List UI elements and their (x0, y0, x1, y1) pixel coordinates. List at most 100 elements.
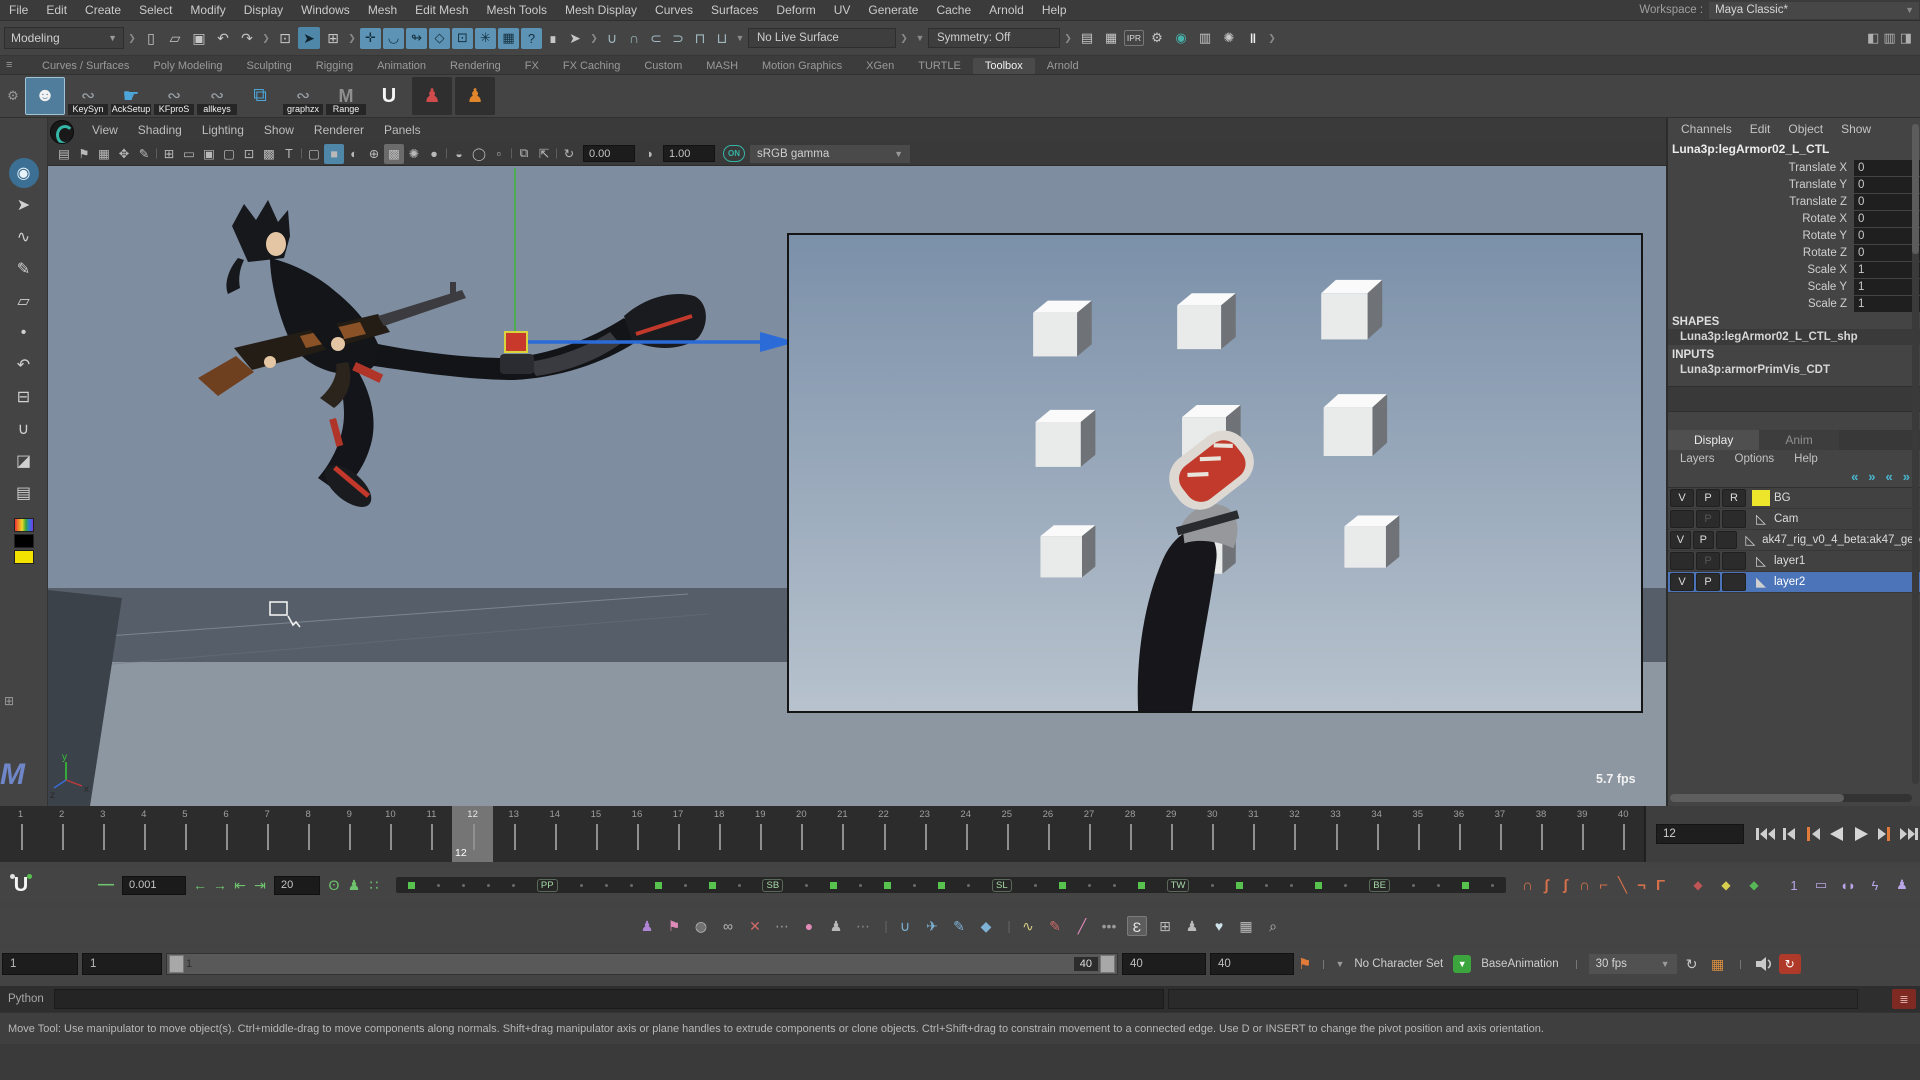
paint-effects-icon[interactable]: ◉ (1170, 27, 1192, 49)
camera-pip-panel[interactable] (787, 233, 1643, 713)
launch-render-icon[interactable]: ✺ (1218, 27, 1240, 49)
shelf-tab[interactable]: FX Caching (551, 58, 632, 74)
grease-pencil-icon[interactable]: ✎ (134, 144, 154, 164)
track-marker[interactable] (408, 882, 415, 889)
minus-icon[interactable]: — (98, 876, 114, 894)
frame-cell[interactable]: 33 33 (1315, 806, 1356, 862)
menubar-item[interactable]: Edit Mesh (406, 3, 477, 17)
layer-row[interactable]: V P ◺ ak47_rig_v0_4_beta:ak47_geo (1668, 530, 1920, 551)
exposure-reset-icon[interactable]: ↻ (559, 144, 579, 164)
character-set-selector[interactable]: No Character Set (1348, 958, 1449, 970)
undo-tool-icon[interactable]: ↶ (9, 350, 39, 380)
shelf-tab[interactable]: Rigging (304, 58, 365, 74)
chevron-down-icon[interactable]: ▼ (1335, 959, 1344, 969)
shelf-tab[interactable]: Toolbox (973, 58, 1035, 74)
brush-pink-icon[interactable]: ╱ (1073, 918, 1091, 935)
track-marker[interactable] (913, 884, 916, 887)
frame-cell[interactable]: 5 5 (164, 806, 205, 862)
sidebar-toggle-tool-settings-icon[interactable]: ▥ (1883, 30, 1895, 46)
animation-end-field[interactable]: 40 (1210, 953, 1294, 975)
horizontal-scrollbar[interactable] (1670, 794, 1912, 802)
shelf-tab[interactable]: XGen (854, 58, 906, 74)
track-marker[interactable] (1265, 884, 1268, 887)
attribute-name[interactable]: Scale Y (1668, 281, 1854, 293)
next-clip-icon[interactable]: ⇥ (250, 877, 270, 894)
frame-cell[interactable]: 17 17 (658, 806, 699, 862)
loop-mode-icon[interactable]: ↻ (1681, 956, 1703, 973)
attribute-value-field[interactable]: 1 (1854, 262, 1920, 278)
viewport-menu-item[interactable]: Renderer (304, 123, 374, 137)
magnet-icon[interactable]: ∪ (896, 918, 914, 935)
frame-cell[interactable]: 8 8 (288, 806, 329, 862)
select-by-object-icon[interactable]: ➤ (298, 27, 320, 49)
open-render-view-icon[interactable]: ▤ (1076, 27, 1098, 49)
color-swatch-yellow[interactable] (14, 550, 34, 564)
menubar-item[interactable]: File (0, 3, 37, 17)
menubar-item[interactable]: Display (235, 3, 292, 17)
frame-cell[interactable]: 29 29 (1151, 806, 1192, 862)
menubar-item[interactable]: Edit (37, 3, 76, 17)
delete-tool-icon[interactable]: ⊟ (9, 382, 39, 412)
snap-to-view-plane-icon[interactable]: ⊡ (452, 28, 473, 49)
shelf-item-visor[interactable]: ☻ (25, 77, 65, 115)
frame-cell[interactable]: 3 3 (82, 806, 123, 862)
set-key-one-icon[interactable]: 1 (1784, 878, 1804, 893)
construction-history-icon[interactable]: ∪ (602, 30, 622, 47)
menubar-item[interactable]: Surfaces (702, 3, 767, 17)
slider-dots-icon[interactable]: ⋯ (773, 918, 791, 935)
frame-cell[interactable]: 39 39 (1562, 806, 1603, 862)
previous-clip-icon[interactable]: ⇤ (230, 877, 250, 894)
range-slider[interactable]: 1 40 (166, 953, 1118, 975)
range-end-handle[interactable] (1100, 955, 1115, 973)
frame-cell[interactable]: 28 28 (1110, 806, 1151, 862)
epsilon-tool-icon[interactable]: Ɛ (1127, 916, 1147, 936)
visor-eye-tool-icon[interactable]: ◉ (9, 158, 39, 188)
workspace-selector[interactable]: Workspace : Maya Classic* ▼ (1639, 2, 1920, 19)
frame-cell[interactable]: 32 32 (1274, 806, 1315, 862)
tangent-step-icon[interactable]: ¬ (1632, 877, 1651, 894)
layer-name[interactable]: layer1 (1774, 555, 1805, 567)
track-marker[interactable] (830, 882, 837, 889)
new-scene-icon[interactable]: ▯ (140, 27, 162, 49)
anti-alias-icon[interactable]: ▫ (489, 144, 509, 164)
viewport-menu-item[interactable]: Panels (374, 123, 431, 137)
layer-visible-toggle[interactable] (1670, 552, 1694, 570)
exposure-field[interactable]: 0.00 (583, 145, 635, 162)
contrast-field[interactable]: 1.00 (663, 145, 715, 162)
shelf-tab[interactable]: TURTLE (906, 58, 973, 74)
group-separator[interactable]: ❯ (901, 25, 907, 51)
track-marker[interactable] (1088, 884, 1091, 887)
resolution-gate-icon[interactable]: ▣ (199, 144, 219, 164)
track-marker[interactable] (1113, 884, 1116, 887)
track-marker[interactable]: SL (992, 879, 1012, 892)
track-marker[interactable] (1138, 882, 1145, 889)
track-marker[interactable] (684, 884, 687, 887)
layer-name[interactable]: BG (1774, 492, 1791, 504)
attribute-value-field[interactable]: 0 (1854, 228, 1920, 244)
script-editor-icon[interactable]: ≣ (1892, 989, 1916, 1009)
bookmark-icon[interactable]: ⚑ (74, 144, 94, 164)
track-marker[interactable] (938, 882, 945, 889)
eraser-tool-icon[interactable]: ▱ (9, 286, 39, 316)
frame-cell[interactable]: 30 30 (1192, 806, 1233, 862)
frames-before-field[interactable]: 20 (274, 876, 320, 895)
dot-tool-icon[interactable]: • (9, 318, 39, 348)
attribute-value-field[interactable]: 0 (1854, 211, 1920, 227)
layer-editor-menu-item[interactable]: Layers (1674, 453, 1721, 465)
layer-swatch-icon[interactable]: ◺ (1752, 553, 1770, 569)
wireframe-on-shaded-icon[interactable]: ⊕ (364, 144, 384, 164)
curve-snap-icon[interactable]: ⊔ (712, 30, 732, 47)
paint-select-tool-icon[interactable]: ✎ (9, 254, 39, 284)
command-language-label[interactable]: Python (0, 993, 54, 1005)
playback-speed-field[interactable]: 0.001 (122, 876, 186, 895)
track-marker[interactable] (1412, 884, 1415, 887)
summary-track[interactable]: PPSBSLTWBE (396, 877, 1506, 893)
track-marker[interactable] (512, 884, 515, 887)
step-forward-key-button[interactable] (1874, 825, 1896, 843)
track-marker[interactable] (1211, 884, 1214, 887)
shelf-tab[interactable]: MASH (694, 58, 750, 74)
select-by-hierarchy-icon[interactable]: ⊡ (274, 27, 296, 49)
track-marker[interactable] (1462, 882, 1469, 889)
play-backwards-button[interactable] (1826, 825, 1848, 843)
constraint-right-icon[interactable]: ⊃ (668, 30, 688, 47)
